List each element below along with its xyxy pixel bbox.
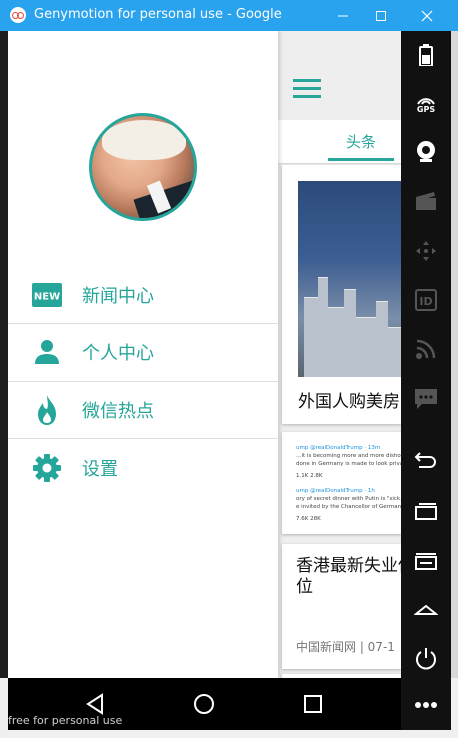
genymotion-logo-icon	[10, 7, 26, 23]
window-title: Genymotion for personal use - Google Nex…	[34, 7, 282, 22]
sms-button[interactable]	[401, 379, 451, 419]
battery-icon	[419, 44, 433, 66]
close-icon	[421, 10, 433, 21]
gps-signal-icon	[417, 97, 435, 105]
drawer-item-label: 个人中心	[82, 342, 154, 364]
emulator-toolbar: GPS ID	[401, 31, 451, 738]
navigation-drawer: NEW 新闻中心 个人中心 微信热点 设置	[8, 31, 278, 678]
tweet-screenshot-card[interactable]: ump @realDonaldTrump · 13m …it is becomi…	[282, 432, 401, 534]
remote-control-button[interactable]	[401, 231, 451, 271]
home-circle-icon	[194, 694, 214, 714]
tweet-stats: 7.6K 28K	[296, 516, 321, 522]
nav-home-button[interactable]	[184, 688, 224, 720]
news-card-meta: 中国新闻网 | 07-1	[296, 640, 395, 654]
power-icon	[416, 648, 436, 670]
tweet-line: …it is becoming more and more dishonest	[296, 453, 401, 459]
home-button[interactable]	[401, 589, 451, 629]
tab-headlines[interactable]: 头条	[328, 131, 394, 152]
watermark: free for personal use	[8, 714, 123, 727]
back-arrow-icon	[414, 452, 436, 468]
news-card-title: 香港最新失业低位	[296, 556, 401, 597]
window-left-edge	[0, 31, 8, 678]
webcam-button[interactable]	[401, 131, 451, 171]
drawer-item-wechat-hot[interactable]: 微信热点	[8, 381, 278, 438]
cast-signal-icon	[416, 339, 436, 359]
close-button[interactable]	[404, 0, 450, 31]
more-options-button[interactable]	[401, 685, 451, 725]
menu-key-icon	[415, 553, 437, 570]
svg-text:ID: ID	[419, 295, 432, 308]
svg-text:NEW: NEW	[34, 291, 60, 302]
new-badge-icon: NEW	[32, 280, 62, 310]
back-button[interactable]	[401, 441, 451, 481]
news-card[interactable]: 香港最新失业低位 中国新闻网 | 07-1	[282, 544, 401, 669]
gear-icon	[32, 453, 62, 483]
drawer-item-label: 设置	[82, 458, 118, 480]
menu-button[interactable]	[401, 541, 451, 581]
window-bottom-edge	[0, 730, 458, 738]
id-card-icon: ID	[415, 289, 437, 311]
tweet-line: ump @realDonaldTrump · 13m	[296, 445, 381, 451]
device-id-button[interactable]: ID	[401, 280, 451, 320]
window-titlebar: Genymotion for personal use - Google Nex…	[0, 0, 458, 31]
chat-bubble-icon	[415, 389, 437, 409]
cast-button[interactable]	[401, 329, 451, 369]
home-icon	[414, 604, 438, 615]
gps-button[interactable]: GPS	[401, 84, 451, 124]
gps-label: GPS	[416, 104, 436, 114]
recents-square-icon	[304, 695, 322, 713]
tweet-line: done in Germany is made to look private?	[296, 461, 401, 467]
person-icon	[32, 337, 62, 367]
city-skyline-image	[298, 181, 401, 377]
dpad-icon	[416, 241, 436, 261]
tab-bar: 头条	[278, 120, 401, 164]
battery-button[interactable]	[401, 35, 451, 75]
minimize-icon	[338, 15, 348, 16]
avatar[interactable]	[89, 113, 197, 221]
phone-screen: 头条 外国人购美房 ump @realDonaldTrump · 13m …it…	[8, 31, 401, 678]
news-card-title: 外国人购美房	[298, 392, 400, 412]
drawer-item-settings[interactable]: 设置	[8, 439, 278, 496]
drawer-item-news-center[interactable]: NEW 新闻中心	[8, 266, 278, 323]
recent-apps-icon	[415, 503, 437, 520]
tweet-line: ory of secret dinner with Putin is "sick…	[296, 496, 401, 502]
drawer-item-personal-center[interactable]: 个人中心	[8, 323, 278, 380]
maximize-button[interactable]	[358, 0, 404, 31]
recent-apps-button[interactable]	[401, 491, 451, 531]
maximize-icon	[376, 10, 386, 21]
more-dots-icon	[415, 702, 437, 708]
drawer-item-label: 新闻中心	[82, 285, 154, 307]
window-right-edge	[451, 31, 458, 678]
tweet-line: ump @realDonaldTrump · 1h	[296, 488, 375, 494]
back-triangle-icon	[86, 693, 103, 715]
nav-recents-button[interactable]	[293, 688, 333, 720]
tweet-line: e invited by the Chancellor of Germany, …	[296, 504, 401, 510]
screencast-button[interactable]	[401, 181, 451, 221]
clapperboard-icon	[416, 192, 436, 210]
drawer-item-label: 微信热点	[82, 400, 154, 422]
flame-icon	[32, 394, 62, 425]
power-button[interactable]	[401, 638, 451, 678]
news-card[interactable]: 外国人购美房	[282, 165, 401, 424]
tweet-stats: 1.1K 2.8K	[296, 473, 323, 479]
webcam-icon	[417, 141, 435, 162]
tab-indicator	[328, 158, 394, 161]
hamburger-menu-icon[interactable]	[293, 79, 321, 99]
